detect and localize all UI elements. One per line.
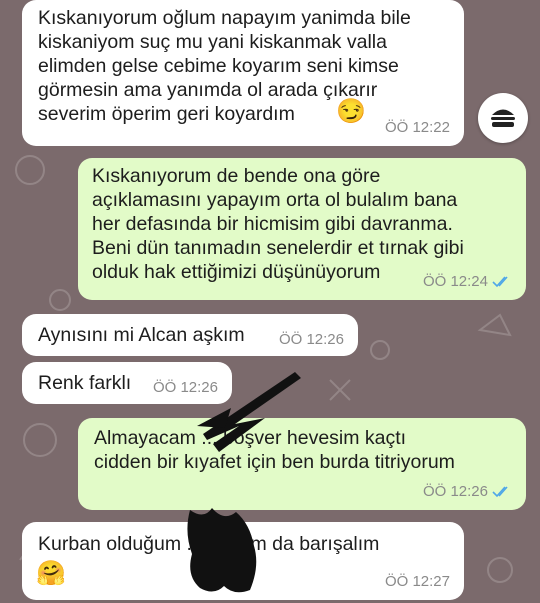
double-check-icon bbox=[492, 486, 508, 498]
timestamp-text: ÖÖ 12:24 bbox=[422, 273, 488, 290]
message-bubble-incoming[interactable]: Kıskanıyorum oğlum napayım yanimda bile … bbox=[22, 0, 464, 146]
double-check-icon bbox=[492, 276, 508, 288]
burger-icon bbox=[491, 109, 515, 127]
hugging-emoji-icon: 🤗 bbox=[36, 560, 66, 587]
message-timestamp: ÖÖ 12:22 bbox=[385, 116, 450, 140]
scroll-down-button[interactable] bbox=[478, 93, 528, 143]
message-text: Kıskanıyorum oğlum napayım yanimda bile … bbox=[38, 7, 411, 125]
message-text: Kıskanıyorum de bende ona göre açıklamas… bbox=[92, 165, 464, 283]
message-timestamp: ÖÖ 12:24 bbox=[423, 270, 512, 294]
message-bubble-incoming[interactable]: Aynısını mi Alcan aşkım ÖÖ 12:26 bbox=[22, 314, 358, 356]
message-timestamp: ÖÖ 12:26 bbox=[279, 328, 344, 352]
timestamp-text: ÖÖ 12:22 bbox=[384, 119, 450, 136]
message-timestamp: ÖÖ 12:26 bbox=[423, 480, 512, 504]
timestamp-text: ÖÖ 12:26 bbox=[278, 331, 344, 348]
redaction-scribble bbox=[197, 372, 301, 452]
message-text: Aynısını mi Alcan aşkım bbox=[38, 324, 245, 346]
smirk-emoji-icon: 😏 bbox=[336, 98, 366, 125]
redaction-scribble bbox=[187, 508, 257, 593]
message-bubble-outgoing[interactable]: Kıskanıyorum de bende ona göre açıklamas… bbox=[78, 158, 526, 300]
timestamp-text: ÖÖ 12:27 bbox=[384, 573, 450, 590]
message-timestamp: ÖÖ 12:27 bbox=[385, 570, 450, 594]
timestamp-text: ÖÖ 12:26 bbox=[422, 483, 488, 500]
message-text: Renk farklı bbox=[38, 372, 132, 394]
